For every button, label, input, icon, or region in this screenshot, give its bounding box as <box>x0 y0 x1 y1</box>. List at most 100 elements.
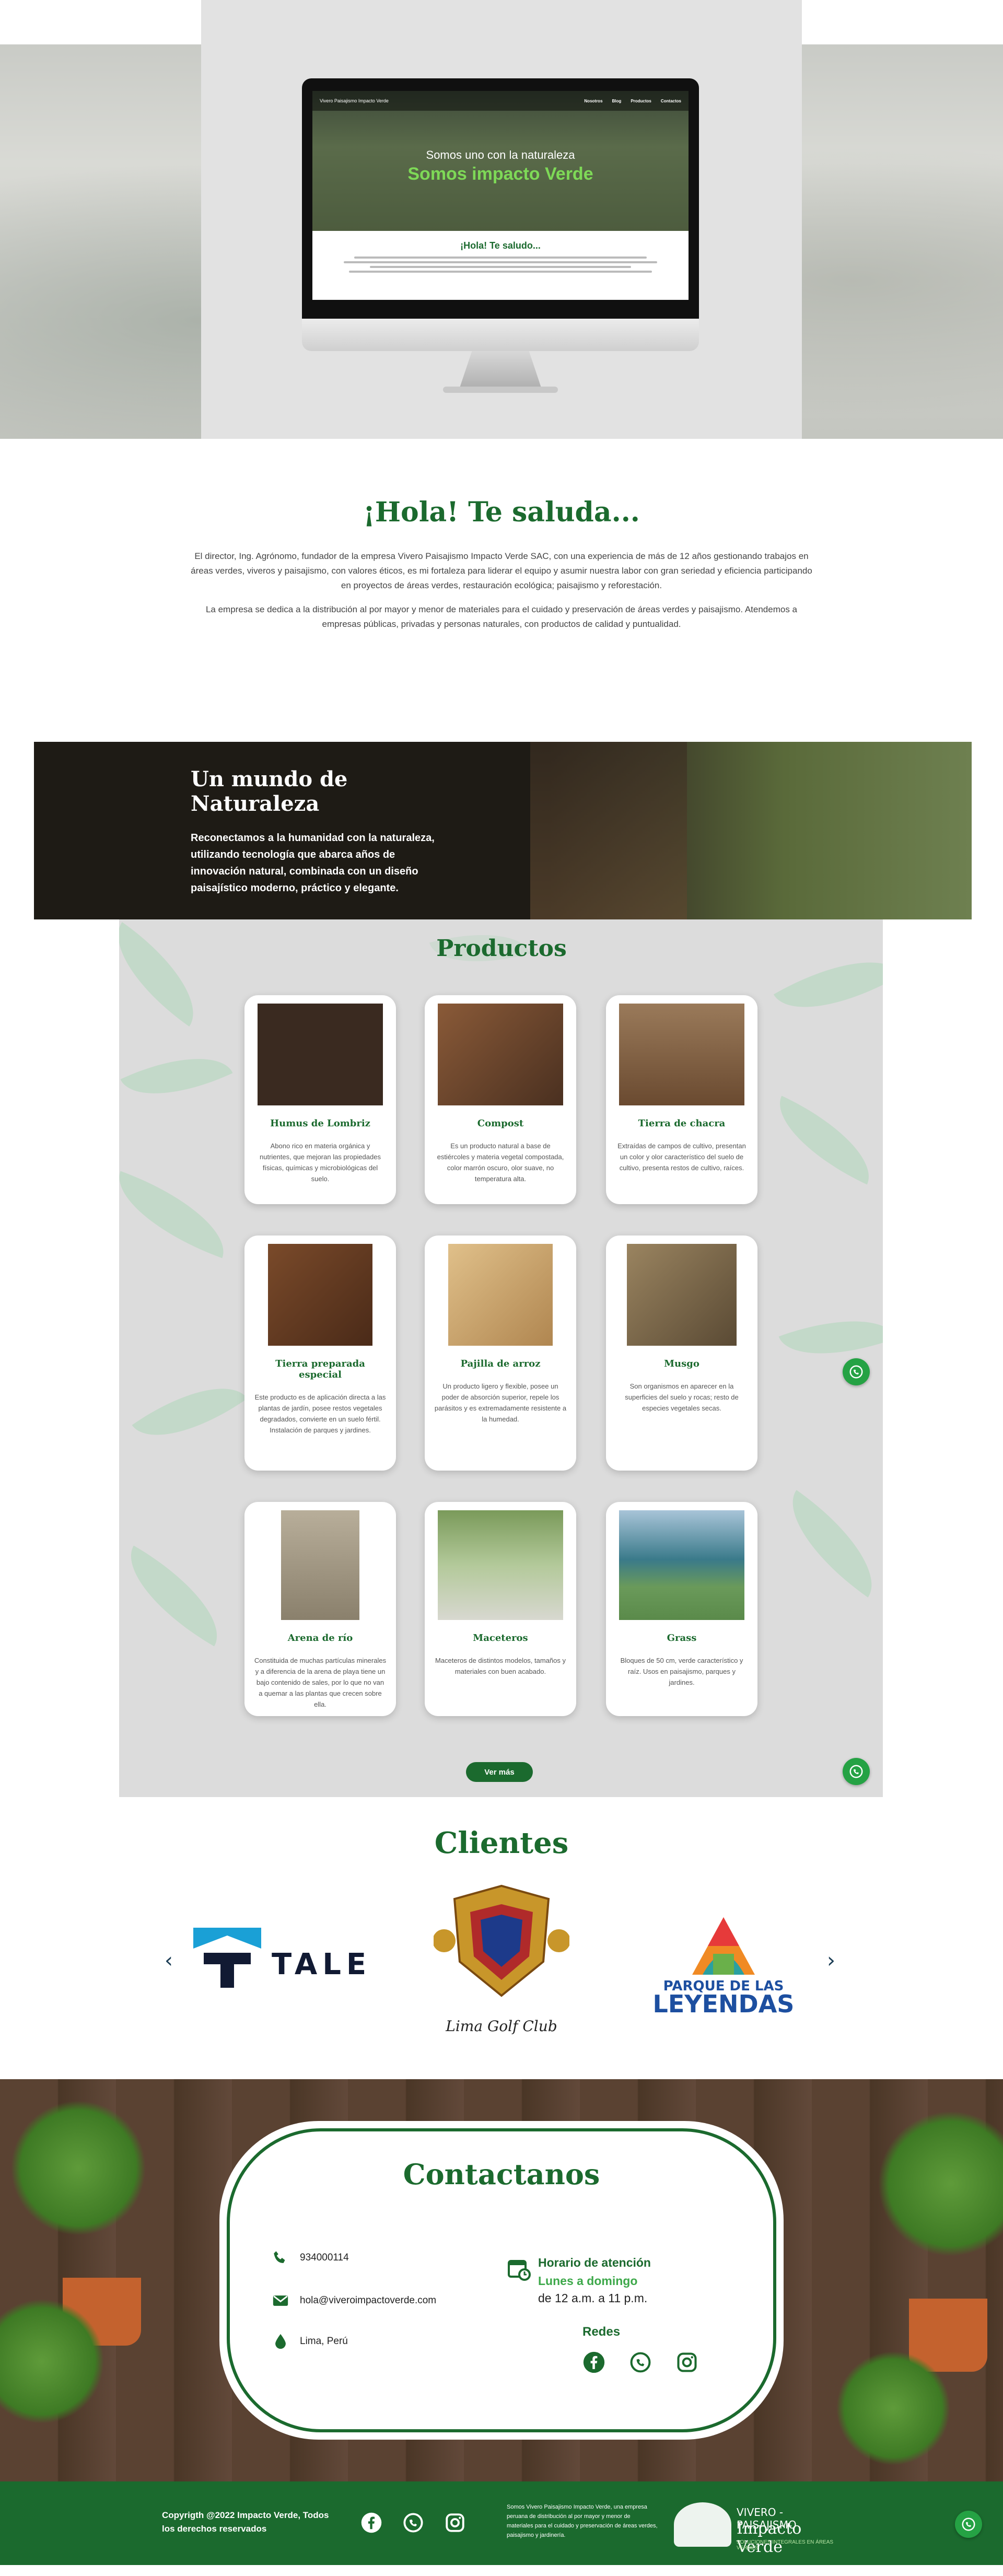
nature-banner-text: Reconectamos a la humanidad con la natur… <box>191 832 435 894</box>
client-logo-parque-leyendas: PARQUE DE LAS LEYENDAS <box>650 1915 797 2024</box>
product-image <box>619 1510 744 1620</box>
whatsapp-icon[interactable] <box>402 2512 424 2534</box>
leaf-decoration <box>120 1035 233 1117</box>
leaf-decoration <box>763 1095 883 1185</box>
product-name: Compost <box>477 1118 524 1129</box>
parque-wordmark-line2: LEYENDAS <box>652 1990 795 2018</box>
intro-paragraph-2: La empresa se dedica a la distribución a… <box>205 604 798 629</box>
product-description: Abono rico en materia orgánica y nutrien… <box>260 1142 381 1183</box>
facebook-icon[interactable] <box>360 2512 382 2534</box>
plant-decoration <box>10 2100 146 2236</box>
mockup-text-line <box>354 257 647 259</box>
plant-decoration <box>878 2111 1003 2257</box>
contact-email-text: hola@viveroimpactoverde.com <box>300 2295 437 2306</box>
mockup-headline: Somos uno con la naturaleza <box>426 148 575 161</box>
product-description: Extraídas de campos de cultivo, presenta… <box>617 1142 746 1172</box>
lima-golf-crest-icon <box>433 1884 570 1997</box>
hero-section: Vivero Paisajismo Impacto Verde Nosotros… <box>0 0 1003 439</box>
product-name: Humus de Lombriz <box>270 1118 370 1129</box>
product-description: Bloques de 50 cm, verde característico y… <box>620 1657 743 1686</box>
monitor-mockup: Vivero Paisajismo Impacto Verde Nosotros… <box>302 78 699 393</box>
monitor-base <box>443 387 558 393</box>
intro-paragraph-1: El director, Ing. Agrónomo, fundador de … <box>191 551 812 590</box>
product-name: Grass <box>667 1633 697 1643</box>
business-hours-time: de 12 a.m. a 11 p.m. <box>538 2291 648 2305</box>
products-title: Productos <box>436 935 567 962</box>
leaf-decoration <box>132 1362 248 1462</box>
product-description: Son organismos en aparecer en la superfi… <box>625 1382 739 1412</box>
contact-location: Lima, Perú <box>272 2333 348 2350</box>
product-image <box>619 1004 744 1105</box>
mockup-navbar: Vivero Paisajismo Impacto Verde Nosotros… <box>312 91 689 111</box>
monitor-stand <box>460 351 541 388</box>
nature-banner-title: Un mundo de Naturaleza <box>191 767 348 816</box>
mockup-text-line <box>349 271 652 273</box>
carousel-next-arrow[interactable]: › <box>827 1949 835 1973</box>
product-card-humus[interactable]: Humus de Lombriz Abono rico en materia o… <box>244 995 396 1204</box>
mockup-subtitle: ¡Hola! Te saludo... <box>460 240 541 251</box>
product-name: Tierra de chacra <box>638 1118 726 1129</box>
footer-social-links <box>360 2512 466 2534</box>
business-hours-title: Horario de atención <box>538 2256 651 2269</box>
product-image <box>281 1510 359 1620</box>
whatsapp-icon[interactable] <box>629 2351 652 2374</box>
clients-section: Clientes ‹ › TALE Lima Golf Club PARQUE … <box>0 1797 1003 2079</box>
carousel-prev-arrow[interactable]: ‹ <box>165 1949 173 1973</box>
mail-icon <box>273 2295 288 2306</box>
leaf-decoration <box>119 1171 239 1258</box>
intro-section: ¡Hola! Te saluda... El director, Ing. Ag… <box>0 439 1003 742</box>
product-name: Musgo <box>664 1358 699 1369</box>
product-name: Pajilla de arroz <box>460 1358 541 1369</box>
mockup-logo: Vivero Paisajismo Impacto Verde <box>320 98 389 103</box>
location-drop-icon <box>275 2334 286 2349</box>
whatsapp-icon <box>849 1765 863 1778</box>
product-card-tierra-chacra[interactable]: Tierra de chacra Extraídas de campos de … <box>606 995 757 1204</box>
contact-location-text: Lima, Perú <box>300 2336 348 2347</box>
products-section: Productos Humus de Lombriz Abono rico en… <box>0 919 1003 1797</box>
social-links <box>582 2351 698 2374</box>
monitor-chin <box>302 319 699 351</box>
product-description: Maceteros de distintos modelos, tamaños … <box>435 1657 566 1675</box>
instagram-icon[interactable] <box>444 2512 466 2534</box>
footer: Copyrigth @2022 Impacto Verde, Todos los… <box>0 2481 1003 2565</box>
mockup-headline-accent: Somos impacto Verde <box>407 164 593 184</box>
clients-title: Clientes <box>434 1826 569 1860</box>
facebook-icon[interactable] <box>582 2351 605 2374</box>
nature-banner-image <box>34 742 972 919</box>
contact-email[interactable]: hola@viveroimpactoverde.com <box>272 2292 436 2310</box>
whatsapp-float-button[interactable] <box>843 1358 870 1385</box>
business-hours-days: Lunes a domingo <box>538 2274 638 2288</box>
product-card-arena[interactable]: Arena de río Constituida de muchas partí… <box>244 1502 396 1716</box>
product-card-compost[interactable]: Compost Es un producto natural a base de… <box>425 995 576 1204</box>
footer-about: Somos Vivero Paisajismo Impacto Verde, u… <box>507 2504 658 2538</box>
calendar-clock-icon <box>508 2260 531 2281</box>
whatsapp-icon <box>849 1365 863 1379</box>
instagram-icon[interactable] <box>675 2351 698 2374</box>
monitor-screen: Vivero Paisajismo Impacto Verde Nosotros… <box>312 91 689 300</box>
footer-copyright: Copyrigth @2022 Impacto Verde, Todos los… <box>162 2510 329 2534</box>
contact-section: Contactanos 934000114 hola@viveroimpacto… <box>0 2079 1003 2481</box>
contact-phone[interactable]: 934000114 <box>272 2249 349 2267</box>
product-card-musgo[interactable]: Musgo Son organismos en aparecer en la s… <box>606 1235 757 1471</box>
parque-wordmark: PARQUE DE LAS LEYENDAS <box>650 1977 797 2018</box>
product-card-maceteros[interactable]: Maceteros Maceteros de distintos modelos… <box>425 1502 576 1716</box>
contact-card: Contactanos 934000114 hola@viveroimpacto… <box>219 2121 784 2440</box>
leaf-decoration <box>769 1490 883 1598</box>
whatsapp-float-button[interactable] <box>955 2511 982 2538</box>
product-image <box>438 1510 563 1620</box>
mockup-nav-nosotros: Nosotros <box>584 98 603 103</box>
client-logo-lima-golf: Lima Golf Club <box>433 1883 570 2035</box>
monitor-frame: Vivero Paisajismo Impacto Verde Nosotros… <box>302 78 699 319</box>
product-card-tierra-preparada[interactable]: Tierra preparada especial Este producto … <box>244 1235 396 1471</box>
product-description: Este producto es de aplicación directa a… <box>254 1393 386 1434</box>
ver-mas-button[interactable]: Ver más <box>466 1762 533 1782</box>
footer-logo[interactable]: VIVERO - PAISAJISMO Impacto Verde SOLUCI… <box>674 2500 846 2556</box>
product-card-pajilla[interactable]: Pajilla de arroz Un producto ligero y fl… <box>425 1235 576 1471</box>
phone-icon <box>274 2251 285 2263</box>
product-image <box>438 1004 563 1105</box>
product-image <box>258 1004 383 1105</box>
product-image <box>268 1244 372 1346</box>
nature-banner: Un mundo de Naturaleza Reconectamos a la… <box>0 742 1003 919</box>
whatsapp-float-button[interactable] <box>843 1758 870 1785</box>
product-card-grass[interactable]: Grass Bloques de 50 cm, verde caracterís… <box>606 1502 757 1716</box>
